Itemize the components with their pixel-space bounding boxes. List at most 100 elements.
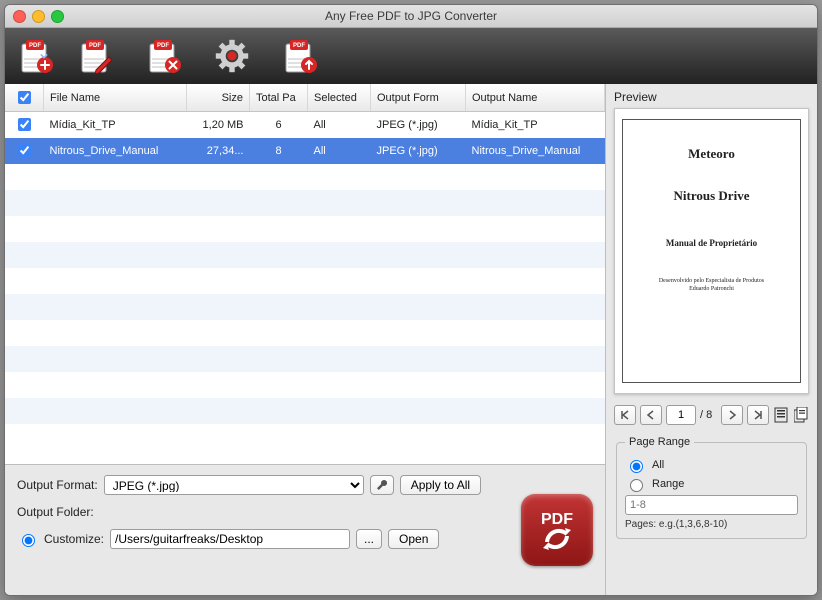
remove-file-button[interactable]: PDF bbox=[143, 35, 185, 77]
gear-icon bbox=[214, 38, 250, 74]
open-folder-button[interactable]: Open bbox=[388, 529, 439, 549]
cell-output-name: Nitrous_Drive_Manual bbox=[466, 138, 605, 164]
header-checkbox[interactable] bbox=[5, 84, 44, 112]
pdf-add-icon: PDF bbox=[16, 36, 56, 76]
window-title: Any Free PDF to JPG Converter bbox=[5, 9, 817, 23]
last-page-button[interactable] bbox=[747, 405, 769, 425]
customize-radio[interactable]: Customize: bbox=[17, 531, 104, 547]
cell-size: 1,20 MB bbox=[187, 112, 250, 138]
output-panel: Output Format: JPEG (*.jpg) Apply to All… bbox=[5, 464, 605, 595]
svg-text:PDF: PDF bbox=[157, 43, 169, 49]
add-file-button[interactable]: PDF bbox=[15, 35, 57, 77]
cell-total-pages: 8 bbox=[250, 138, 308, 164]
output-format-label: Output Format: bbox=[17, 478, 98, 492]
table-row-empty bbox=[5, 346, 605, 372]
convert-big-button[interactable]: PDF bbox=[521, 494, 593, 566]
svg-text:PDF: PDF bbox=[293, 43, 305, 49]
multi-page-view-button[interactable] bbox=[793, 406, 809, 424]
header-filename[interactable]: File Name bbox=[44, 84, 187, 112]
pdf-convert-big-icon: PDF bbox=[527, 500, 587, 560]
page-range-legend: Page Range bbox=[625, 436, 694, 448]
cell-filename: Nitrous_Drive_Manual bbox=[44, 138, 187, 164]
table-row-empty bbox=[5, 372, 605, 398]
prev-page-button[interactable] bbox=[640, 405, 662, 425]
preview-heading-3: Manual de Proprietário bbox=[666, 238, 757, 248]
page-number-input[interactable] bbox=[666, 405, 696, 425]
table-row-empty bbox=[5, 190, 605, 216]
pdf-edit-icon: PDF bbox=[76, 36, 116, 76]
minimize-button[interactable] bbox=[32, 10, 45, 23]
preview-heading-2: Nitrous Drive bbox=[674, 188, 750, 204]
preview-heading-1: Meteoro bbox=[688, 146, 735, 162]
single-page-icon bbox=[774, 407, 788, 423]
output-format-select[interactable]: JPEG (*.jpg) bbox=[104, 475, 364, 495]
edit-file-button[interactable]: PDF bbox=[75, 35, 117, 77]
add-file-dropdown[interactable] bbox=[39, 35, 49, 77]
page-range-hint: Pages: e.g.(1,3,6,8-10) bbox=[625, 519, 798, 530]
preview-pane: Preview Meteoro Nitrous Drive Manual de … bbox=[606, 84, 817, 595]
row-checkbox[interactable] bbox=[18, 118, 31, 131]
table-row-empty bbox=[5, 216, 605, 242]
wrench-icon bbox=[376, 479, 388, 491]
cell-filename: Mídia_Kit_TP bbox=[44, 112, 187, 138]
page-range-all[interactable]: All bbox=[625, 457, 798, 473]
header-output-format[interactable]: Output Form bbox=[371, 84, 466, 112]
cell-output-name: Mídia_Kit_TP bbox=[466, 112, 605, 138]
svg-text:PDF: PDF bbox=[89, 43, 101, 49]
first-page-icon bbox=[620, 410, 630, 420]
file-table: File Name Size Total Pa Selected Output … bbox=[5, 84, 605, 464]
cell-output-format: JPEG (*.jpg) bbox=[371, 112, 466, 138]
table-row[interactable]: Mídia_Kit_TP1,20 MB6AllJPEG (*.jpg)Mídia… bbox=[5, 112, 605, 138]
apply-to-all-button[interactable]: Apply to All bbox=[400, 475, 481, 495]
first-page-button[interactable] bbox=[614, 405, 636, 425]
table-header-row: File Name Size Total Pa Selected Output … bbox=[5, 84, 605, 112]
output-folder-label: Output Folder: bbox=[17, 505, 509, 519]
browse-folder-button[interactable]: ... bbox=[356, 529, 382, 549]
maximize-button[interactable] bbox=[51, 10, 64, 23]
header-output-name[interactable]: Output Name bbox=[466, 84, 605, 112]
page-navigator: / 8 bbox=[614, 402, 809, 428]
settings-button[interactable] bbox=[211, 35, 253, 77]
page-range-group: Page Range All Range Pages: e.g.(1,3,6,8… bbox=[616, 436, 807, 539]
table-row-empty bbox=[5, 242, 605, 268]
preview-page: Meteoro Nitrous Drive Manual de Propriet… bbox=[614, 108, 809, 394]
table-row-empty bbox=[5, 294, 605, 320]
left-pane: File Name Size Total Pa Selected Output … bbox=[5, 84, 606, 595]
output-folder-input[interactable] bbox=[110, 529, 350, 549]
preview-small-1: Desenvolvido pelo Especialista de Produt… bbox=[659, 278, 764, 286]
preview-small-2: Eduardo Patronchi bbox=[689, 286, 734, 294]
table-row-empty bbox=[5, 164, 605, 190]
main-body: File Name Size Total Pa Selected Output … bbox=[5, 84, 817, 595]
cell-size: 27,34... bbox=[187, 138, 250, 164]
next-page-button[interactable] bbox=[721, 405, 743, 425]
table-row-empty bbox=[5, 320, 605, 346]
close-button[interactable] bbox=[13, 10, 26, 23]
cell-selected: All bbox=[308, 138, 371, 164]
next-page-icon bbox=[727, 410, 737, 420]
output-format-settings-button[interactable] bbox=[370, 475, 394, 495]
page-range-range[interactable]: Range bbox=[625, 476, 798, 492]
multi-page-icon bbox=[794, 407, 808, 423]
cell-selected: All bbox=[308, 112, 371, 138]
header-size[interactable]: Size bbox=[187, 84, 250, 112]
pdf-convert-icon: PDF bbox=[280, 36, 320, 76]
cell-output-format: JPEG (*.jpg) bbox=[371, 138, 466, 164]
convert-button[interactable]: PDF bbox=[279, 35, 321, 77]
preview-label: Preview bbox=[614, 90, 809, 104]
header-selected[interactable]: Selected bbox=[308, 84, 371, 112]
last-page-icon bbox=[753, 410, 763, 420]
table-row-empty bbox=[5, 268, 605, 294]
row-checkbox[interactable] bbox=[18, 144, 31, 157]
cell-total-pages: 6 bbox=[250, 112, 308, 138]
prev-page-icon bbox=[646, 410, 656, 420]
titlebar: Any Free PDF to JPG Converter bbox=[5, 5, 817, 28]
customize-label: Customize: bbox=[44, 532, 104, 546]
table-row-empty bbox=[5, 398, 605, 424]
table-row[interactable]: Nitrous_Drive_Manual27,34...8AllJPEG (*.… bbox=[5, 138, 605, 164]
page-total-label: / 8 bbox=[700, 409, 712, 421]
pdf-remove-icon: PDF bbox=[144, 36, 184, 76]
page-range-input[interactable] bbox=[625, 495, 798, 515]
svg-text:PDF: PDF bbox=[541, 511, 573, 528]
header-total-pages[interactable]: Total Pa bbox=[250, 84, 308, 112]
single-page-view-button[interactable] bbox=[773, 406, 789, 424]
